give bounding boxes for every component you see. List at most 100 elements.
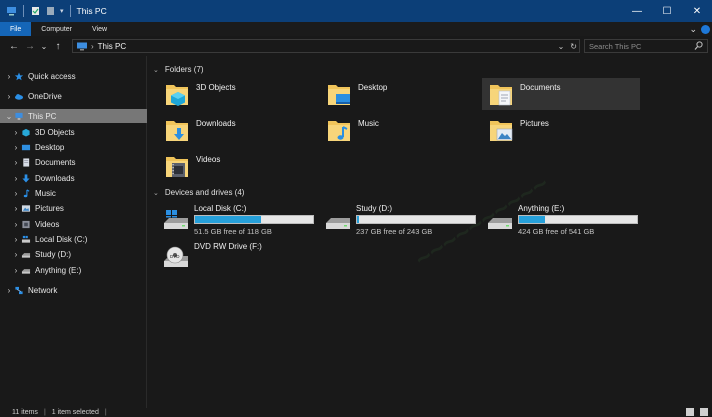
folder-tile-3d-objects[interactable]: 3D Objects (158, 78, 316, 110)
refresh-icon[interactable]: ↻ (570, 42, 577, 51)
sidebar-item-anything-e[interactable]: › Anything (E:) (0, 263, 147, 277)
svg-text:DVD: DVD (170, 254, 180, 259)
sidebar-item-label: Downloads (35, 173, 75, 183)
sidebar-item-3d-objects[interactable]: › 3D Objects (0, 125, 147, 139)
sidebar-item-desktop[interactable]: › Desktop (0, 140, 147, 154)
properties-icon[interactable] (30, 6, 41, 16)
breadcrumb[interactable]: This PC (98, 42, 126, 51)
sidebar-item-label: Pictures (35, 203, 64, 213)
sidebar-item-label: Anything (E:) (35, 265, 82, 275)
expand-ribbon-icon[interactable]: ⌄ (689, 24, 697, 35)
drive-tile-c[interactable]: Local Disk (C:) 51.5 GB free of 118 GB (156, 203, 316, 237)
expand-chevron-icon[interactable]: › (4, 286, 14, 295)
drive-usage-fill (195, 216, 262, 223)
recent-locations-button[interactable]: ⌄ (38, 37, 50, 55)
minimize-button[interactable]: — (622, 0, 652, 22)
drive-tile-d[interactable]: Study (D:) 237 GB free of 243 GB (318, 203, 478, 237)
address-dropdown-icon[interactable]: ⌄ (558, 42, 565, 51)
folder-tile-pictures[interactable]: Pictures (482, 114, 640, 146)
folder-label: Desktop (358, 83, 388, 92)
folder-tile-music[interactable]: Music (320, 114, 478, 146)
folders-group-header[interactable]: ⌄ Folders (7) (153, 65, 204, 74)
collapse-chevron-icon[interactable]: ⌄ (4, 112, 14, 121)
back-button[interactable]: ← (6, 37, 22, 55)
pictures-icon (21, 204, 31, 212)
drive-name: Local Disk (C:) (194, 204, 247, 213)
new-folder-icon[interactable] (45, 6, 56, 16)
drive-free-space: 237 GB free of 243 GB (356, 227, 433, 236)
maximize-button[interactable]: ☐ (652, 0, 682, 22)
folder-tile-desktop[interactable]: Desktop (320, 78, 478, 110)
expand-chevron-icon[interactable]: › (11, 189, 21, 198)
tab-file[interactable]: File (0, 22, 32, 36)
item-count: 11 items (12, 409, 38, 416)
expand-chevron-icon[interactable]: › (11, 220, 21, 229)
sidebar-item-videos[interactable]: › Videos (0, 217, 147, 231)
large-icons-view-icon[interactable] (700, 408, 708, 416)
pc-app-icon[interactable] (6, 6, 17, 16)
cube-folder-icon (166, 85, 188, 106)
sidebar-item-music[interactable]: › Music (0, 186, 147, 200)
status-separator: | (43, 409, 46, 416)
sidebar-item-pictures[interactable]: › Pictures (0, 201, 147, 215)
up-button[interactable]: ↑ (50, 37, 66, 55)
view-switcher (686, 408, 708, 416)
star-icon (14, 71, 24, 80)
drive-name: DVD RW Drive (F:) (194, 242, 262, 251)
drive-info: DVD RW Drive (F:) (194, 241, 262, 252)
sidebar-item-onedrive[interactable]: › OneDrive (0, 89, 147, 103)
search-placeholder: Search This PC (589, 41, 642, 51)
drive-tile-e[interactable]: Anything (E:) 424 GB free of 541 GB (480, 203, 640, 237)
sidebar-item-documents[interactable]: › Documents (0, 155, 147, 169)
folder-tile-documents[interactable]: Documents (482, 78, 640, 110)
expand-chevron-icon[interactable]: › (4, 92, 14, 101)
address-bar[interactable]: › This PC ⌄ ↻ (72, 39, 580, 53)
tab-computer[interactable]: Computer (31, 22, 82, 36)
tab-view[interactable]: View (82, 22, 117, 36)
expand-chevron-icon[interactable]: › (11, 266, 21, 275)
music-note-icon (23, 188, 30, 197)
drives-group-header[interactable]: ⌄ Devices and drives (4) (153, 188, 244, 197)
expand-chevron-icon[interactable]: › (11, 128, 21, 137)
sidebar-item-label: Quick access (28, 71, 76, 81)
drive-usage-fill (357, 216, 360, 223)
sidebar-item-downloads[interactable]: › Downloads (0, 171, 147, 185)
sidebar-item-this-pc[interactable]: ⌄ This PC (0, 109, 147, 123)
expand-chevron-icon[interactable]: › (11, 235, 21, 244)
drive-usage-fill (519, 216, 545, 223)
pictures-folder-icon (490, 121, 513, 141)
search-input[interactable]: Search This PC (584, 39, 708, 53)
expand-chevron-icon[interactable]: › (11, 204, 21, 213)
expand-chevron-icon[interactable]: › (11, 158, 21, 167)
drive-tile-f[interactable]: DVD DVD RW Drive (F:) (156, 241, 316, 275)
breadcrumb-chevron-icon[interactable]: › (91, 42, 94, 51)
sidebar-item-study-d[interactable]: › Study (D:) (0, 247, 147, 261)
drive-info: Study (D:) 237 GB free of 243 GB (356, 203, 476, 236)
search-icon[interactable] (694, 41, 703, 51)
help-icon[interactable] (701, 24, 710, 34)
chevron-down-icon[interactable]: ▾ (60, 7, 64, 15)
collapse-group-icon[interactable]: ⌄ (153, 66, 159, 74)
sidebar-item-network[interactable]: › Network (0, 283, 147, 297)
window-title: This PC (76, 6, 107, 16)
windows-drive-icon (164, 210, 188, 229)
expand-chevron-icon[interactable]: › (4, 72, 14, 81)
drive-icon (21, 252, 31, 258)
documents-folder-icon (23, 157, 30, 167)
folder-tile-videos[interactable]: Videos (158, 150, 316, 182)
expand-chevron-icon[interactable]: › (11, 143, 21, 152)
details-view-icon[interactable] (686, 408, 694, 416)
sidebar-item-quick-access[interactable]: › Quick access (0, 69, 147, 83)
expand-chevron-icon[interactable]: › (11, 174, 21, 183)
sidebar-item-label: This PC (28, 111, 57, 121)
folder-tile-downloads[interactable]: Downloads (158, 114, 316, 146)
sidebar-item-local-disk-c[interactable]: › Local Disk (C:) (0, 232, 147, 246)
expand-chevron-icon[interactable]: › (11, 250, 21, 259)
music-folder-icon (328, 121, 350, 141)
collapse-group-icon[interactable]: ⌄ (153, 189, 159, 197)
forward-button[interactable]: → (22, 37, 38, 55)
close-button[interactable]: ✕ (682, 0, 712, 22)
drive-info: Local Disk (C:) 51.5 GB free of 118 GB (194, 203, 314, 236)
drive-name: Study (D:) (356, 204, 393, 213)
folder-label: Pictures (520, 119, 549, 128)
